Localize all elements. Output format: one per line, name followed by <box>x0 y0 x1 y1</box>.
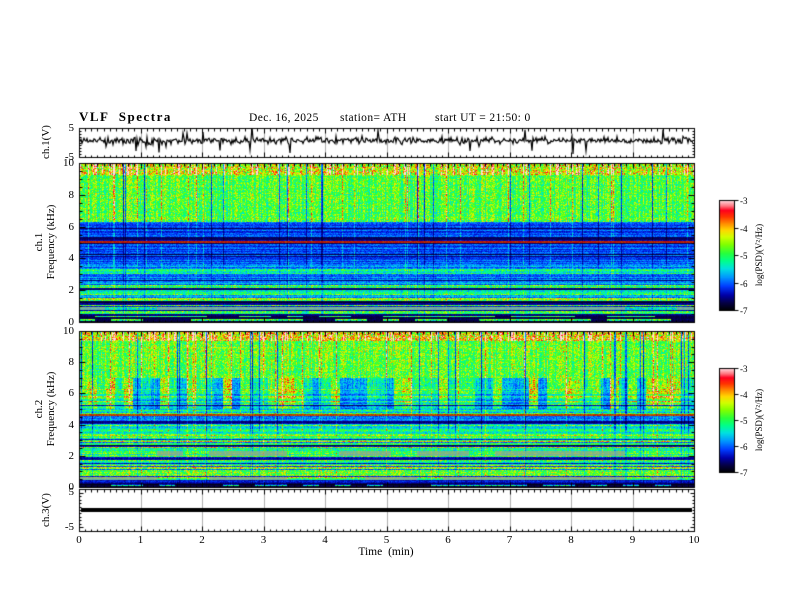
ch2-axis-label-line2: Frequency (kHz) <box>45 371 57 447</box>
ch2-freq-tick-label-8: 8 <box>68 356 75 369</box>
station-label: station= ATH <box>340 112 407 124</box>
colorbar2-tick-label--5: -5 <box>740 416 748 426</box>
ch3-volt-tick-label-neg5: -5 <box>64 521 74 533</box>
colorbar2-tick-label--4: -4 <box>740 390 748 400</box>
colorbar1-tick-label--5: -5 <box>740 251 748 261</box>
colorbar2-label: log(PSD)(V²/Hz) <box>754 388 764 452</box>
colorbar1-tick-label--7: -7 <box>740 306 748 316</box>
colorbar2-tick-label--3: -3 <box>740 364 748 374</box>
ch2-frequency-axis-label: ch.2 Frequency (kHz) <box>33 372 57 447</box>
colorbar1-tick-label--4: -4 <box>740 223 748 234</box>
plot-canvas <box>0 0 792 612</box>
vlf-spectra-figure: VLF Spectra Dec. 16, 2025 station= ATH s… <box>0 0 792 612</box>
ch1-volt-tick-label-neg5: -5 <box>64 151 74 163</box>
colorbar1-tick-label--3: -3 <box>740 196 748 206</box>
time-tick-label-4: 4 <box>322 534 328 546</box>
figure-title: VLF Spectra <box>79 109 172 124</box>
ch1-freq-tick-label-8: 8 <box>68 188 75 201</box>
time-tick-label-5: 5 <box>383 534 390 546</box>
ch1-volt-tick-label-5: 5 <box>68 122 75 134</box>
time-tick-label-2: 2 <box>199 534 205 546</box>
start-ut-label: start UT = 21:50: 0 <box>435 112 531 124</box>
colorbar2-tick-label--6: -6 <box>740 442 748 452</box>
colorbar1-tick-label--6: -6 <box>740 278 748 289</box>
ch3-voltage-axis-label: ch.3(V) <box>40 493 52 527</box>
time-tick-label-10: 10 <box>688 534 700 546</box>
ch1-freq-tick-label-2: 2 <box>68 284 75 297</box>
ch1-axis-label-line1: ch.1 <box>33 232 45 252</box>
ch2-freq-tick-label-6: 6 <box>68 387 75 400</box>
time-tick-label-8: 8 <box>568 534 574 546</box>
time-tick-label-9: 9 <box>629 534 636 546</box>
ch2-freq-tick-label-2: 2 <box>68 449 75 462</box>
colorbar2-tick-label--7: -7 <box>740 468 748 478</box>
ch3-volt-tick-label-5: 5 <box>68 486 75 498</box>
ch1-freq-tick-label-6: 6 <box>68 220 75 233</box>
time-tick-label-7: 7 <box>506 534 513 546</box>
time-axis-label: Time (min) <box>358 546 414 558</box>
ch2-axis-label-line1: ch.2 <box>33 399 45 419</box>
ch1-freq-tick-label-4: 4 <box>68 252 75 265</box>
figure-date: Dec. 16, 2025 <box>249 112 319 124</box>
time-tick-label-0: 0 <box>76 534 82 546</box>
time-tick-label-6: 6 <box>445 534 451 546</box>
time-tick-label-1: 1 <box>137 534 144 546</box>
ch1-axis-label-line2: Frequency (kHz) <box>45 204 57 280</box>
colorbar1-label: log(PSD)(V²/Hz) <box>754 223 764 287</box>
ch1-freq-tick-label-0: 0 <box>68 316 75 328</box>
ch2-freq-tick-label-4: 4 <box>68 418 75 431</box>
ch1-frequency-axis-label: ch.1 Frequency (kHz) <box>33 205 57 280</box>
time-tick-label-3: 3 <box>260 534 267 546</box>
ch1-voltage-axis-label: ch.1(V) <box>40 125 52 159</box>
